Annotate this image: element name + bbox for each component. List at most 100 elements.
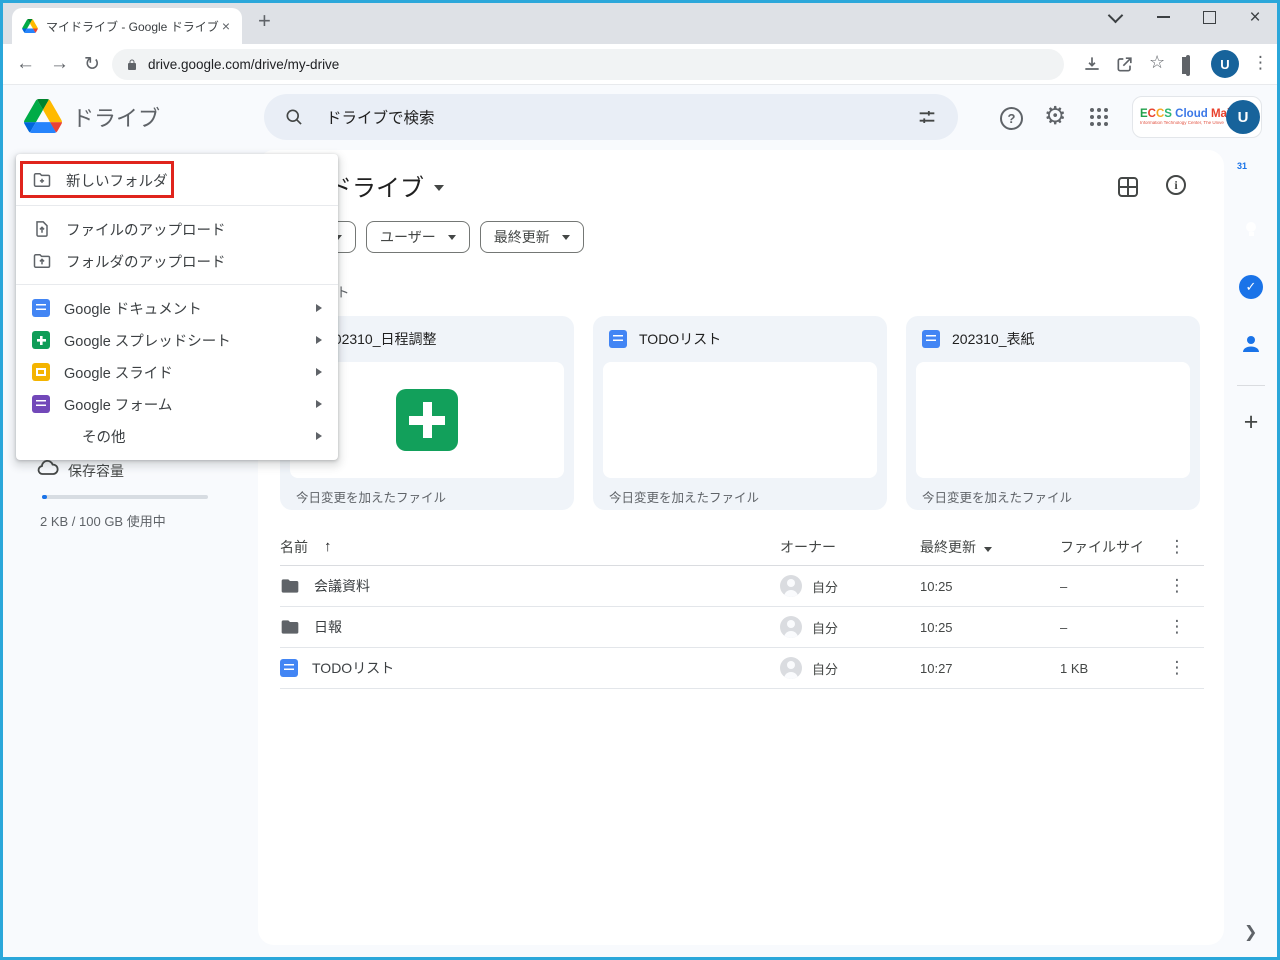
highlight-box (20, 161, 174, 198)
card-caption: 今日変更を加えたファイル (906, 478, 1200, 515)
column-modified[interactable]: 最終更新 (920, 539, 976, 555)
row-options-icon[interactable] (1150, 658, 1204, 678)
drive-search-bar[interactable]: ドライブで検索 (264, 94, 958, 140)
contacts-icon[interactable] (1239, 332, 1263, 356)
card-caption: 今日変更を加えたファイル (280, 478, 574, 515)
menu-item-label: フォルダのアップロード (66, 251, 226, 272)
owner-avatar-icon (780, 657, 802, 679)
owner-avatar-icon (780, 616, 802, 638)
storage-progress-bar (42, 495, 208, 499)
menu-item-folder-upload[interactable]: フォルダのアップロード (16, 245, 338, 277)
menu-item-label: ファイルのアップロード (66, 219, 226, 240)
file-list: 名前 ↑ オーナー 最終更新 ファイルサイ 会議資料 自分 10:25 – (280, 528, 1204, 689)
new-tab-button[interactable]: + (258, 8, 271, 34)
row-options-icon[interactable] (1150, 576, 1204, 596)
column-options-icon[interactable] (1150, 537, 1204, 557)
card-preview (916, 362, 1190, 478)
slides-icon (32, 363, 50, 381)
menu-item-label: その他 (82, 426, 126, 447)
table-row[interactable]: 会議資料 自分 10:25 – (280, 566, 1204, 607)
bookmark-star-icon[interactable]: ☆ (1149, 52, 1165, 73)
browser-menu-icon[interactable] (1252, 53, 1269, 73)
menu-item-google-forms[interactable]: Google フォーム (16, 388, 338, 420)
eccs-letter: C (1148, 108, 1156, 120)
column-name[interactable]: 名前 (280, 537, 308, 557)
download-icon[interactable] (1082, 54, 1102, 79)
eccs-subtitle: Information Technology Center, The Unive… (1140, 121, 1224, 126)
menu-item-more[interactable]: その他 (16, 420, 338, 452)
maximize-button[interactable] (1196, 4, 1222, 30)
sort-caret-icon (984, 547, 992, 552)
forward-button[interactable]: → (50, 53, 69, 75)
owner-label: 自分 (812, 618, 838, 637)
details-info-icon[interactable] (1166, 175, 1186, 195)
column-size[interactable]: ファイルサイ (1060, 539, 1144, 555)
eccs-letter: S (1164, 108, 1172, 120)
browser-profile-avatar[interactable]: U (1211, 50, 1239, 78)
new-menu: 新しいフォルダ ファイルのアップロード フォルダのアップロード Google ド… (16, 154, 338, 460)
hide-panel-chevron-icon[interactable]: ❯ (1244, 922, 1257, 942)
chevron-down-icon (448, 235, 456, 240)
search-options-tune-icon[interactable] (916, 106, 938, 128)
file-size: – (1060, 579, 1150, 594)
storage-progress-fill (42, 495, 47, 499)
address-bar[interactable]: drive.google.com/drive/my-drive (112, 49, 1064, 80)
column-owner[interactable]: オーナー (780, 537, 836, 557)
eccs-logo: ECCS Cloud Mail Information Technology C… (1140, 109, 1224, 126)
card-caption: 今日変更を加えたファイル (593, 478, 887, 515)
menu-item-google-slides[interactable]: Google スライド (16, 356, 338, 388)
tab-title: マイドライブ - Google ドライブ (46, 18, 220, 35)
window-close-button[interactable]: × (1242, 4, 1268, 30)
back-button[interactable]: ← (16, 53, 35, 75)
menu-divider (16, 284, 338, 285)
menu-item-google-sheets[interactable]: Google スプレッドシート (16, 324, 338, 356)
reload-button[interactable]: ↻ (84, 53, 100, 76)
file-name: 日報 (314, 617, 342, 637)
account-badge[interactable]: ECCS Cloud Mail Information Technology C… (1132, 96, 1262, 138)
docs-icon (32, 299, 50, 317)
minimize-button[interactable] (1150, 4, 1176, 30)
list-header-row: 名前 ↑ オーナー 最終更新 ファイルサイ (280, 528, 1204, 566)
sheets-logo-thumbnail (396, 389, 458, 451)
account-avatar[interactable]: U (1226, 100, 1260, 134)
file-card[interactable]: 202310_表紙 今日変更を加えたファイル (906, 316, 1200, 510)
file-name: TODOリスト (312, 658, 394, 678)
file-size: 1 KB (1060, 661, 1150, 676)
sort-ascending-icon: ↑ (324, 538, 332, 555)
chip-label: ユーザー (380, 227, 436, 247)
panel-divider (1237, 385, 1265, 386)
filter-chip-people[interactable]: ユーザー (366, 221, 470, 253)
grid-view-toggle-icon[interactable] (1118, 177, 1138, 197)
chip-label: 最終更新 (494, 227, 550, 247)
suggested-cards: 202310_日程調整 今日変更を加えたファイル TODOリスト 今日変更を加え… (280, 316, 1200, 510)
share-icon[interactable] (1115, 54, 1135, 79)
modified-time: 10:25 (920, 620, 1060, 635)
side-panel-icon[interactable] (1186, 57, 1190, 75)
menu-item-file-upload[interactable]: ファイルのアップロード (16, 213, 338, 245)
file-name: 会議資料 (314, 576, 370, 596)
file-card[interactable]: TODOリスト 今日変更を加えたファイル (593, 316, 887, 510)
tab-search-icon[interactable] (1102, 4, 1128, 30)
filter-chip-modified[interactable]: 最終更新 (480, 221, 584, 253)
docs-icon (280, 659, 298, 677)
card-preview (603, 362, 877, 478)
docs-icon (609, 330, 627, 348)
settings-gear-icon[interactable]: ⚙ (1044, 104, 1066, 129)
url-text: drive.google.com/drive/my-drive (148, 57, 339, 72)
tasks-icon[interactable] (1239, 275, 1263, 299)
menu-item-label: Google スライド (64, 362, 173, 383)
docs-icon (922, 330, 940, 348)
table-row[interactable]: TODOリスト 自分 10:27 1 KB (280, 648, 1204, 689)
modified-time: 10:25 (920, 579, 1060, 594)
search-icon (284, 107, 304, 127)
help-icon[interactable] (1000, 107, 1023, 130)
menu-item-google-docs[interactable]: Google ドキュメント (16, 292, 338, 324)
row-options-icon[interactable] (1150, 617, 1204, 637)
apps-grid-icon[interactable] (1090, 108, 1094, 112)
get-addons-plus-icon[interactable]: + (1239, 410, 1263, 434)
browser-tab[interactable]: マイドライブ - Google ドライブ × (12, 8, 242, 44)
forms-icon (32, 395, 50, 413)
table-row[interactable]: 日報 自分 10:25 – (280, 607, 1204, 648)
sidebar-item-storage[interactable]: 保存容量 (68, 461, 124, 481)
tab-close-icon[interactable]: × (220, 17, 232, 35)
